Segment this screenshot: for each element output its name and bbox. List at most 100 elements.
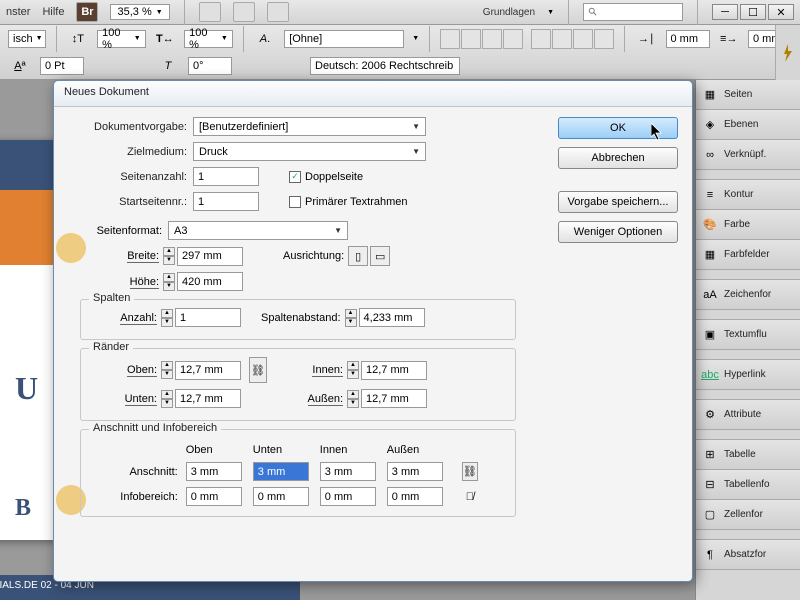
scale-horizontal-icon: T↔ — [154, 28, 177, 50]
zoom-dropdown[interactable]: 35,3 %▼ — [110, 4, 169, 20]
save-preset-button[interactable]: Vorgabe speichern... — [558, 191, 678, 213]
panel-links[interactable]: ∞Verknüpf. — [696, 140, 800, 170]
justify-full-icon[interactable] — [594, 29, 614, 49]
preset-label: Dokumentvorgabe: — [68, 121, 193, 133]
screen-mode-icon[interactable] — [233, 2, 255, 22]
facing-pages-checkbox[interactable]: ✓Doppelseite — [289, 171, 363, 183]
panel-attributes[interactable]: ⚙Attribute — [696, 400, 800, 430]
link-slug-icon[interactable]: ⛓̸ — [462, 487, 478, 506]
margin-top-input[interactable]: 12,7 mm — [175, 361, 241, 380]
align-left-icon[interactable] — [440, 29, 460, 49]
language-combo[interactable]: Deutsch: 2006 Rechtschreib — [310, 57, 460, 75]
link-margins-icon[interactable]: ⛓ — [249, 357, 267, 383]
landscape-button[interactable]: ▭ — [370, 246, 390, 266]
bleed-legend: Anschnitt und Infobereich — [89, 422, 221, 434]
panel-parastyles[interactable]: ¶Absatzfor — [696, 540, 800, 570]
height-spinner[interactable]: ▲▼ — [163, 273, 175, 291]
panel-table[interactable]: ⊞Tabelle — [696, 440, 800, 470]
view-options-icon[interactable] — [199, 2, 221, 22]
vscale-input[interactable]: 100 % ▼ — [97, 30, 146, 48]
margin-outside-spinner[interactable]: ▲▼ — [347, 390, 359, 408]
menu-window[interactable]: nster — [6, 6, 30, 18]
hscale-input[interactable]: 100 % ▼ — [184, 30, 233, 48]
pagesize-dropdown[interactable]: A3▼ — [168, 221, 348, 240]
panel-swatches[interactable]: ▦Farbfelder — [696, 240, 800, 270]
maximize-button[interactable]: ☐ — [740, 4, 766, 20]
margin-inside-spinner[interactable]: ▲▼ — [347, 361, 359, 379]
panel-hyperlinks[interactable]: abcHyperlink — [696, 360, 800, 390]
justify-right-icon[interactable] — [573, 29, 593, 49]
justify-left-icon[interactable] — [531, 29, 551, 49]
new-document-dialog: Neues Dokument OK Abbrechen Vorgabe spei… — [53, 80, 693, 582]
margin-bottom-spinner[interactable]: ▲▼ — [161, 390, 173, 408]
slug-outside-input[interactable]: 0 mm — [387, 487, 443, 506]
panel-color[interactable]: 🎨Farbe — [696, 210, 800, 240]
bleed-outside-input[interactable]: 3 mm — [387, 462, 443, 481]
width-input[interactable]: 297 mm — [177, 247, 243, 266]
start-input[interactable]: 1 — [193, 192, 259, 211]
paragraph-style-combo[interactable]: isch ▼ — [8, 30, 46, 48]
panel-pages[interactable]: ▦Seiten — [696, 80, 800, 110]
bleed-bottom-input[interactable]: 3 mm — [253, 462, 309, 481]
slug-inside-input[interactable]: 0 mm — [320, 487, 376, 506]
charstyle-icon: A. — [254, 28, 277, 50]
panel-stroke[interactable]: ≡Kontur — [696, 180, 800, 210]
indent-left-input[interactable]: 0 mm — [666, 30, 710, 48]
table-icon: ⊞ — [702, 447, 718, 463]
slug-bottom-input[interactable]: 0 mm — [253, 487, 309, 506]
cancel-button[interactable]: Abbrechen — [558, 147, 678, 169]
pages-label: Seitenanzahl: — [68, 171, 193, 183]
pages-input[interactable]: 1 — [193, 167, 259, 186]
search-input[interactable] — [583, 3, 683, 21]
bridge-button[interactable]: Br — [76, 2, 98, 22]
panel-charstyles[interactable]: aAZeichenfor — [696, 280, 800, 310]
bleed-top-input[interactable]: 3 mm — [186, 462, 242, 481]
pages-icon: ▦ — [702, 87, 718, 103]
bleed-inside-input[interactable]: 3 mm — [320, 462, 376, 481]
ok-button[interactable]: OK — [558, 117, 678, 139]
intent-dropdown[interactable]: Druck▼ — [193, 142, 426, 161]
align-center-icon[interactable] — [461, 29, 481, 49]
gutter-spinner[interactable]: ▲▼ — [345, 309, 357, 327]
gutter-input[interactable]: 4,233 mm — [359, 308, 425, 327]
panel-layers[interactable]: ◈Ebenen — [696, 110, 800, 140]
link-bleed-icon[interactable]: ⛓ — [462, 462, 478, 481]
panel-cellstyles[interactable]: ▢Zellenfor — [696, 500, 800, 530]
minimize-button[interactable]: ─ — [712, 4, 738, 20]
align-justify-icon[interactable] — [503, 29, 523, 49]
menu-help[interactable]: Hilfe — [42, 6, 64, 18]
workspace-switcher[interactable]: Grundlagen — [483, 7, 535, 18]
fewer-options-button[interactable]: Weniger Optionen — [558, 221, 678, 243]
slug-label: Infobereich: — [117, 485, 184, 508]
close-button[interactable]: ✕ — [768, 4, 794, 20]
width-spinner[interactable]: ▲▼ — [163, 247, 175, 265]
skew-input[interactable]: 0° — [188, 57, 232, 75]
links-icon: ∞ — [702, 147, 718, 163]
height-input[interactable]: 420 mm — [177, 272, 243, 291]
preset-dropdown[interactable]: [Benutzerdefiniert]▼ — [193, 117, 426, 136]
doc-text: B — [15, 495, 31, 522]
align-right-icon[interactable] — [482, 29, 502, 49]
colnum-spinner[interactable]: ▲▼ — [161, 309, 173, 327]
colnum-input[interactable]: 1 — [175, 308, 241, 327]
margin-top-spinner[interactable]: ▲▼ — [161, 361, 173, 379]
primary-frame-checkbox[interactable]: Primärer Textrahmen — [289, 196, 408, 208]
app-menubar: nster Hilfe Br 35,3 %▼ Grundlagen ▼ ─ ☐ … — [0, 0, 800, 25]
margin-bottom-label: Unten: — [125, 393, 157, 406]
charstyle-combo[interactable]: [Ohne] — [284, 30, 404, 48]
bleed-group: Anschnitt und Infobereich Oben Unten Inn… — [80, 429, 516, 517]
baseline-input[interactable]: 0 Pt — [40, 57, 84, 75]
columns-legend: Spalten — [89, 292, 134, 304]
quick-apply-icon[interactable] — [775, 25, 800, 80]
margin-outside-label: Außen: — [308, 393, 343, 406]
arrange-icon[interactable] — [267, 2, 289, 22]
margin-bottom-input[interactable]: 12,7 mm — [175, 389, 241, 408]
slug-top-input[interactable]: 0 mm — [186, 487, 242, 506]
margin-outside-input[interactable]: 12,7 mm — [361, 389, 427, 408]
portrait-button[interactable]: ▯ — [348, 246, 368, 266]
panel-tablestyles[interactable]: ⊟Tabellenfo — [696, 470, 800, 500]
panel-textwrap[interactable]: ▣Textumflu — [696, 320, 800, 350]
justify-center-icon[interactable] — [552, 29, 572, 49]
col-top: Oben — [186, 444, 251, 458]
margin-inside-input[interactable]: 12,7 mm — [361, 361, 427, 380]
